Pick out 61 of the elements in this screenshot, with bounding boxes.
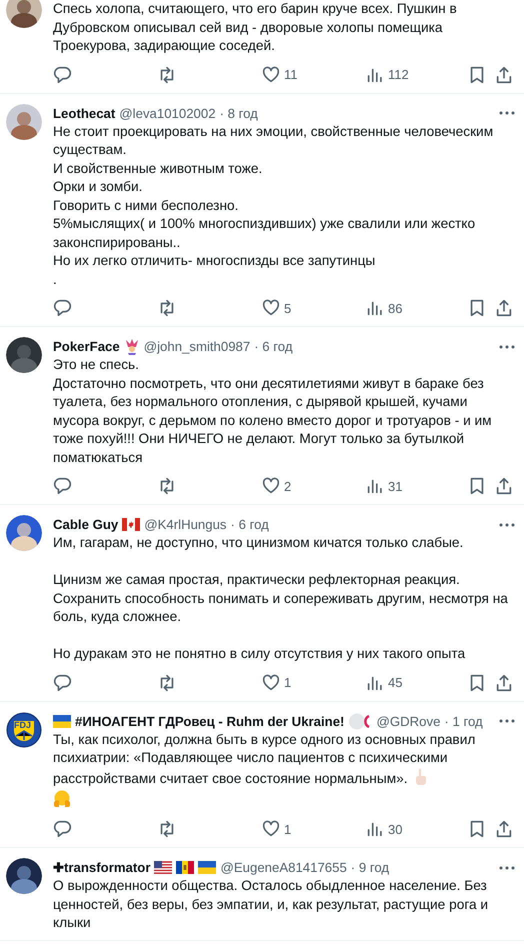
- ukraine-flag-icon: [53, 714, 71, 728]
- user-handle[interactable]: @K4rlHungus: [144, 515, 227, 534]
- post-text: О вырожденности общества. Осталось обыдленное население. Без ценностей, без веры, без эмпатии, и, как результат, растущие рога и клыки: [53, 877, 490, 932]
- badge-icon: [348, 712, 372, 730]
- post-text: Это не спесь. Достаточно посмотреть, что они десятилетиями живут в бараке без туалета, без нормального отопления, с дырявой крышей, кучами мусора вокруг, с дерьмом по колено вместо дорог и тротуаров - и им тоже похуй!!! Они НИЧЕГО не делают. Могут только за бутылкой поматюкаться: [53, 356, 493, 466]
- pointing-hand-icon: [414, 768, 428, 786]
- user-handle[interactable]: @GDRove: [376, 712, 440, 730]
- user-name[interactable]: #ИНОАГЕНТ ГДРовец - Ruhm der Ukraine!: [75, 712, 344, 730]
- user-name[interactable]: ✚transformator: [53, 858, 150, 877]
- user-name[interactable]: PokerFace: [53, 337, 120, 356]
- like-count: 1: [284, 675, 292, 690]
- canada-flag-icon: [122, 518, 140, 531]
- like-count: 1: [284, 822, 292, 836]
- share-icon[interactable]: [494, 476, 514, 496]
- post-text: Ты, как психолог, должна быть в курсе одного из основных правил психиатрии: «Подавляющее число пациентов с психическими расстройствами считает свое состояние нормальным».: [53, 730, 476, 788]
- more-icon[interactable]: [498, 110, 516, 116]
- logo-text: FDJ: [14, 720, 32, 730]
- view-count: 31: [388, 478, 402, 494]
- share-icon[interactable]: [494, 64, 514, 84]
- moldova-flag-icon: [176, 861, 194, 874]
- view-count: 30: [388, 822, 402, 836]
- more-icon[interactable]: [498, 522, 516, 528]
- heart-icon[interactable]: [261, 819, 281, 839]
- user-handle[interactable]: @john_smith0987: [144, 337, 250, 356]
- share-icon[interactable]: [494, 298, 514, 318]
- post-time[interactable]: · 9 год: [350, 858, 390, 877]
- post-text: Не стоит проекцировать на них эмоции, свойственные человеческим существам. И свойственные животным тоже. Орки и зомби. Говорить с ними бесполезно. 5%мыслящих( и 100% многоспиздивших) уже свалили или жестко законспирированы.. Но их легко отличить- многоспизды все запутинцы .: [53, 122, 494, 288]
- post-time[interactable]: · 1 год: [444, 712, 483, 730]
- post-time[interactable]: · 6 год: [254, 337, 293, 356]
- view-count: 45: [388, 675, 402, 690]
- usa-flag-icon: [154, 861, 172, 874]
- user-handle[interactable]: @EugeneA81417655: [220, 858, 347, 877]
- like-count: 5: [284, 300, 292, 316]
- logo-icon: [6, 712, 42, 748]
- reply-icon[interactable]: [53, 476, 73, 496]
- heart-icon[interactable]: [261, 672, 281, 692]
- reply-icon[interactable]: [53, 298, 73, 318]
- post-text: Спесь холопа, считающего, что его барин круче всех. Пушкин в Дубровском описывал сей вид - дворовые холопы помещика Троекурова, задирающие соседей.: [53, 0, 458, 55]
- heart-icon[interactable]: [261, 476, 281, 496]
- reply-icon[interactable]: [53, 819, 73, 839]
- user-handle[interactable]: @leva10102002: [119, 104, 216, 122]
- post-text: Им, гагарам, не доступно, что цинизмом кичатся только слабые. Цинизм же самая простая, практически рефлекторная реакция. Сохранить способность понимать и сопереживать другим, несмотря на боль, куда сложнее. Но дуракам это не понятно в силу отсутствия у них такого опыта: [53, 534, 509, 663]
- more-icon[interactable]: [498, 718, 516, 724]
- share-icon[interactable]: [494, 819, 514, 839]
- reply-icon[interactable]: [53, 64, 73, 84]
- like-count: 2: [284, 478, 292, 494]
- heart-icon[interactable]: [261, 64, 281, 84]
- like-count: 11: [284, 67, 298, 82]
- share-icon[interactable]: [494, 672, 514, 692]
- user-name[interactable]: Cable Guy: [53, 515, 118, 534]
- more-icon[interactable]: [498, 864, 516, 870]
- reply-icon[interactable]: [53, 672, 73, 692]
- view-count: 112: [388, 67, 409, 82]
- heart-icon[interactable]: [261, 298, 281, 318]
- post-time[interactable]: · 6 год: [230, 515, 269, 534]
- user-name[interactable]: Leothecat: [53, 104, 116, 122]
- more-icon[interactable]: [498, 344, 516, 350]
- view-count: 86: [388, 300, 402, 316]
- ukraine-flag-icon: [198, 861, 216, 874]
- hugging-emoji-icon: [53, 790, 71, 808]
- post-time[interactable]: · 8 год: [220, 104, 258, 122]
